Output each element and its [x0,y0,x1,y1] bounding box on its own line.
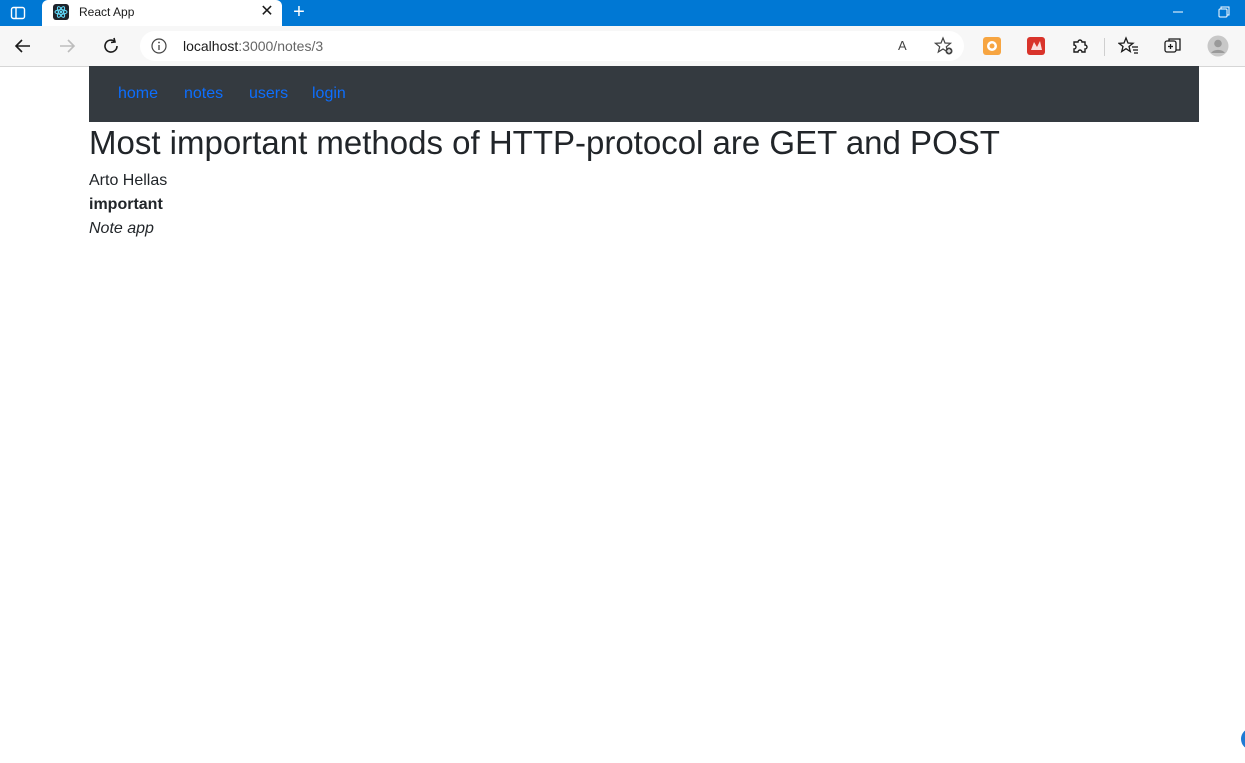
tab-title: React App [79,5,135,19]
window-menu-icon[interactable] [10,5,26,21]
new-tab-button[interactable]: + [289,2,309,22]
extension-orange-icon[interactable] [981,35,1003,57]
tab-close-icon[interactable]: ✕ [260,4,274,20]
nav-link-home[interactable]: home [118,85,158,103]
note-importance: important [89,196,163,213]
address-bar[interactable]: localhost:3000/notes/3 A [140,31,964,61]
profile-avatar-icon[interactable] [1207,35,1229,57]
url-text[interactable]: localhost:3000/notes/3 [183,38,323,54]
nav-link-users[interactable]: users [249,85,288,103]
note-author: Arto Hellas [89,172,168,189]
forward-arrow-icon[interactable] [56,35,78,57]
read-aloud-icon[interactable]: A [898,37,916,55]
collections-icon[interactable] [1162,35,1184,57]
browser-tab-active[interactable]: React App ✕ [42,0,282,26]
app-navbar: home notes users login [89,66,1199,122]
footer-text: Note app [89,220,154,237]
nav-link-notes[interactable]: notes [184,85,223,103]
minimize-window-icon[interactable] [1170,4,1186,20]
note-title: Most important methods of HTTP-protocol … [89,124,1000,161]
restore-window-icon[interactable] [1216,4,1232,20]
browser-title-bar: React App ✕ + [0,0,1245,26]
refresh-icon[interactable] [100,35,122,57]
favorite-add-icon[interactable] [934,36,954,56]
browser-toolbar: localhost:3000/notes/3 A [0,26,1245,67]
react-logo-icon [53,4,69,20]
back-arrow-icon[interactable] [12,35,34,57]
url-path: :3000/notes/3 [238,38,324,54]
toolbar-separator [1104,38,1105,56]
url-host: localhost [183,38,239,54]
favorites-icon[interactable] [1118,35,1140,57]
nav-link-login[interactable]: login [312,85,346,103]
sidebar-toggle-button[interactable] [1241,728,1245,750]
extension-red-icon[interactable] [1025,35,1047,57]
puzzle-icon[interactable] [1069,35,1091,57]
info-icon[interactable] [150,37,168,55]
